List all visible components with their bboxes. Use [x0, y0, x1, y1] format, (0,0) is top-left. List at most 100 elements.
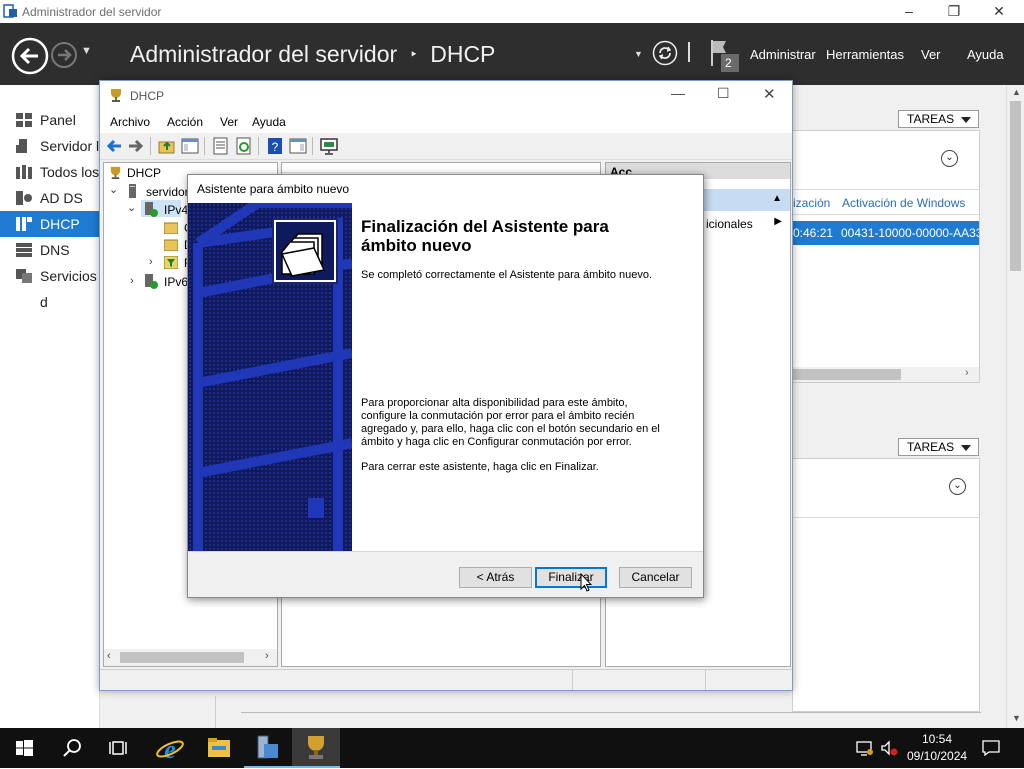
up-folder-icon[interactable] — [158, 137, 176, 155]
header-dropdown-icon[interactable]: ▼ — [634, 49, 643, 59]
tree-node-server[interactable]: servidor — [146, 185, 189, 199]
wizard-folders-icon-frame — [272, 218, 338, 284]
column-header-partial[interactable]: ización — [793, 196, 830, 210]
taskbar-time[interactable]: 10:54 — [922, 732, 952, 746]
dashboard-icon — [16, 113, 32, 127]
dhcp-taskbar-button[interactable] — [292, 728, 340, 768]
task-view-icon[interactable] — [96, 728, 144, 768]
menu-view[interactable]: Ver — [921, 47, 941, 62]
vertical-scrollbar[interactable]: ▲ ▼ — [1006, 85, 1024, 728]
nav-item-label: DNS — [40, 242, 70, 258]
svg-text:?: ? — [272, 140, 279, 154]
dhcp-root-icon — [110, 166, 121, 180]
refresh-icon[interactable] — [652, 40, 678, 66]
expand-arrow-icon[interactable]: › — [130, 275, 134, 287]
horizontal-scrollbar[interactable]: › — [793, 367, 979, 382]
back-button[interactable]: < Atrás — [459, 567, 532, 588]
menu-accion[interactable]: Acción — [167, 115, 203, 129]
properties-icon[interactable] — [212, 137, 230, 155]
nav-item-all-servers[interactable]: Todos los — [0, 159, 100, 185]
nav-item-file-services[interactable]: Servicios d — [0, 263, 100, 310]
nav-item-dns[interactable]: DNS — [0, 237, 100, 263]
tree-horizontal-scrollbar[interactable]: ‹ › — [104, 649, 277, 666]
expand-arrow-icon[interactable]: › — [149, 256, 153, 268]
expand-chevron-icon[interactable]: ⌄ — [941, 150, 958, 167]
servers-panel: ⌄ ización Activación de Windows 0:46:21 … — [792, 130, 980, 383]
nav-item-panel[interactable]: Panel — [0, 107, 100, 133]
notification-count-badge: 2 — [725, 56, 732, 70]
scroll-right-icon[interactable]: › — [265, 650, 269, 662]
monitor-icon[interactable] — [320, 137, 338, 155]
restore-button[interactable]: ❐ — [931, 0, 977, 23]
toolbar-separator — [204, 137, 205, 155]
back-arrow-icon[interactable] — [105, 137, 123, 155]
network-icon[interactable] — [856, 740, 874, 756]
dhcp-menu-bar: Archivo Acción Ver Ayuda — [100, 111, 792, 133]
file-explorer-icon[interactable] — [195, 728, 243, 768]
ad-ds-icon — [16, 191, 32, 205]
minimize-button[interactable]: – — [886, 0, 932, 23]
server-manager-header: ▼ Administrador del servidor ‣ DHCP ▼ 2 … — [0, 23, 1024, 85]
internet-explorer-icon[interactable]: e — [146, 728, 194, 768]
menu-tools[interactable]: Herramientas — [826, 47, 904, 62]
volume-muted-icon[interactable] — [880, 740, 898, 756]
forward-button[interactable] — [50, 41, 78, 69]
column-header-activation[interactable]: Activación de Windows — [842, 196, 965, 210]
refresh-list-icon[interactable] — [235, 137, 253, 155]
ipv4-node-icon — [145, 202, 158, 217]
wizard-title-bar: Asistente para ámbito nuevo — [188, 175, 703, 203]
dhcp-window-title: DHCP — [130, 89, 165, 103]
forward-arrow-icon[interactable] — [127, 137, 145, 155]
tasks-dropdown[interactable]: TAREAS — [898, 110, 979, 128]
status-divider — [572, 670, 573, 690]
scrollbar-thumb[interactable] — [793, 369, 901, 380]
nav-item-local-server[interactable]: Servidor l — [0, 133, 100, 159]
dhcp-status-bar — [100, 669, 792, 690]
menu-ver[interactable]: Ver — [220, 115, 238, 129]
table-row[interactable]: 0:46:21 00431-10000-00000-AA33 — [793, 221, 979, 245]
expand-arrow-icon[interactable]: ⌄ — [127, 201, 136, 214]
expand-chevron-icon[interactable]: ⌄ — [949, 478, 966, 495]
taskbar-date[interactable]: 09/10/2024 — [907, 749, 967, 763]
dhcp-maximize-button[interactable]: ☐ — [717, 85, 730, 102]
show-hide-tree-icon[interactable] — [181, 137, 199, 155]
toolbar-separator — [150, 137, 151, 155]
scroll-left-icon[interactable]: ‹ — [107, 650, 111, 662]
scrollbar-thumb[interactable] — [120, 652, 244, 663]
help-icon[interactable]: ? — [266, 137, 284, 155]
folder-icon — [164, 239, 178, 251]
tasks-dropdown-2[interactable]: TAREAS — [898, 438, 979, 456]
dhcp-trophy-icon — [308, 736, 324, 759]
menu-manage[interactable]: Administrar — [750, 47, 816, 62]
scroll-right-icon[interactable]: › — [965, 367, 969, 379]
finish-button[interactable]: Finalizar — [535, 567, 607, 588]
expand-arrow-icon[interactable]: ⌄ — [109, 183, 118, 196]
start-windows-icon[interactable] — [0, 728, 48, 768]
tree-node-ipv4[interactable]: IPv4 — [164, 203, 188, 217]
close-button[interactable]: ✕ — [976, 0, 1022, 23]
collapse-up-icon[interactable]: ▲ — [772, 193, 782, 204]
nav-item-label: Servicios d — [40, 268, 97, 310]
history-dropdown-icon[interactable]: ▼ — [81, 45, 92, 57]
server-manager-icon — [3, 4, 17, 18]
back-button[interactable] — [10, 36, 50, 76]
nav-item-label: AD DS — [40, 190, 83, 206]
nav-item-dhcp[interactable]: DHCP — [0, 211, 100, 237]
action-pane-icon[interactable] — [289, 137, 307, 155]
menu-ayuda[interactable]: Ayuda — [252, 115, 286, 129]
scrollbar-thumb[interactable] — [1010, 101, 1021, 271]
dhcp-minimize-button[interactable]: — — [671, 85, 685, 101]
scroll-up-icon[interactable]: ▲ — [1012, 87, 1021, 97]
scroll-down-icon[interactable]: ▼ — [1012, 713, 1021, 723]
cancel-button[interactable]: Cancelar — [619, 567, 692, 588]
dhcp-close-button[interactable]: ✕ — [763, 85, 776, 103]
menu-archivo[interactable]: Archivo — [110, 115, 150, 129]
server-manager-taskbar-button[interactable] — [244, 728, 292, 768]
tree-node-ipv6[interactable]: IPv6 — [164, 275, 188, 289]
status-divider — [705, 670, 706, 690]
search-icon[interactable] — [48, 728, 96, 768]
tree-node-dhcp[interactable]: DHCP — [127, 166, 161, 180]
nav-item-ad-ds[interactable]: AD DS — [0, 185, 100, 211]
menu-help[interactable]: Ayuda — [967, 47, 1004, 62]
action-center-icon[interactable] — [982, 740, 1000, 756]
